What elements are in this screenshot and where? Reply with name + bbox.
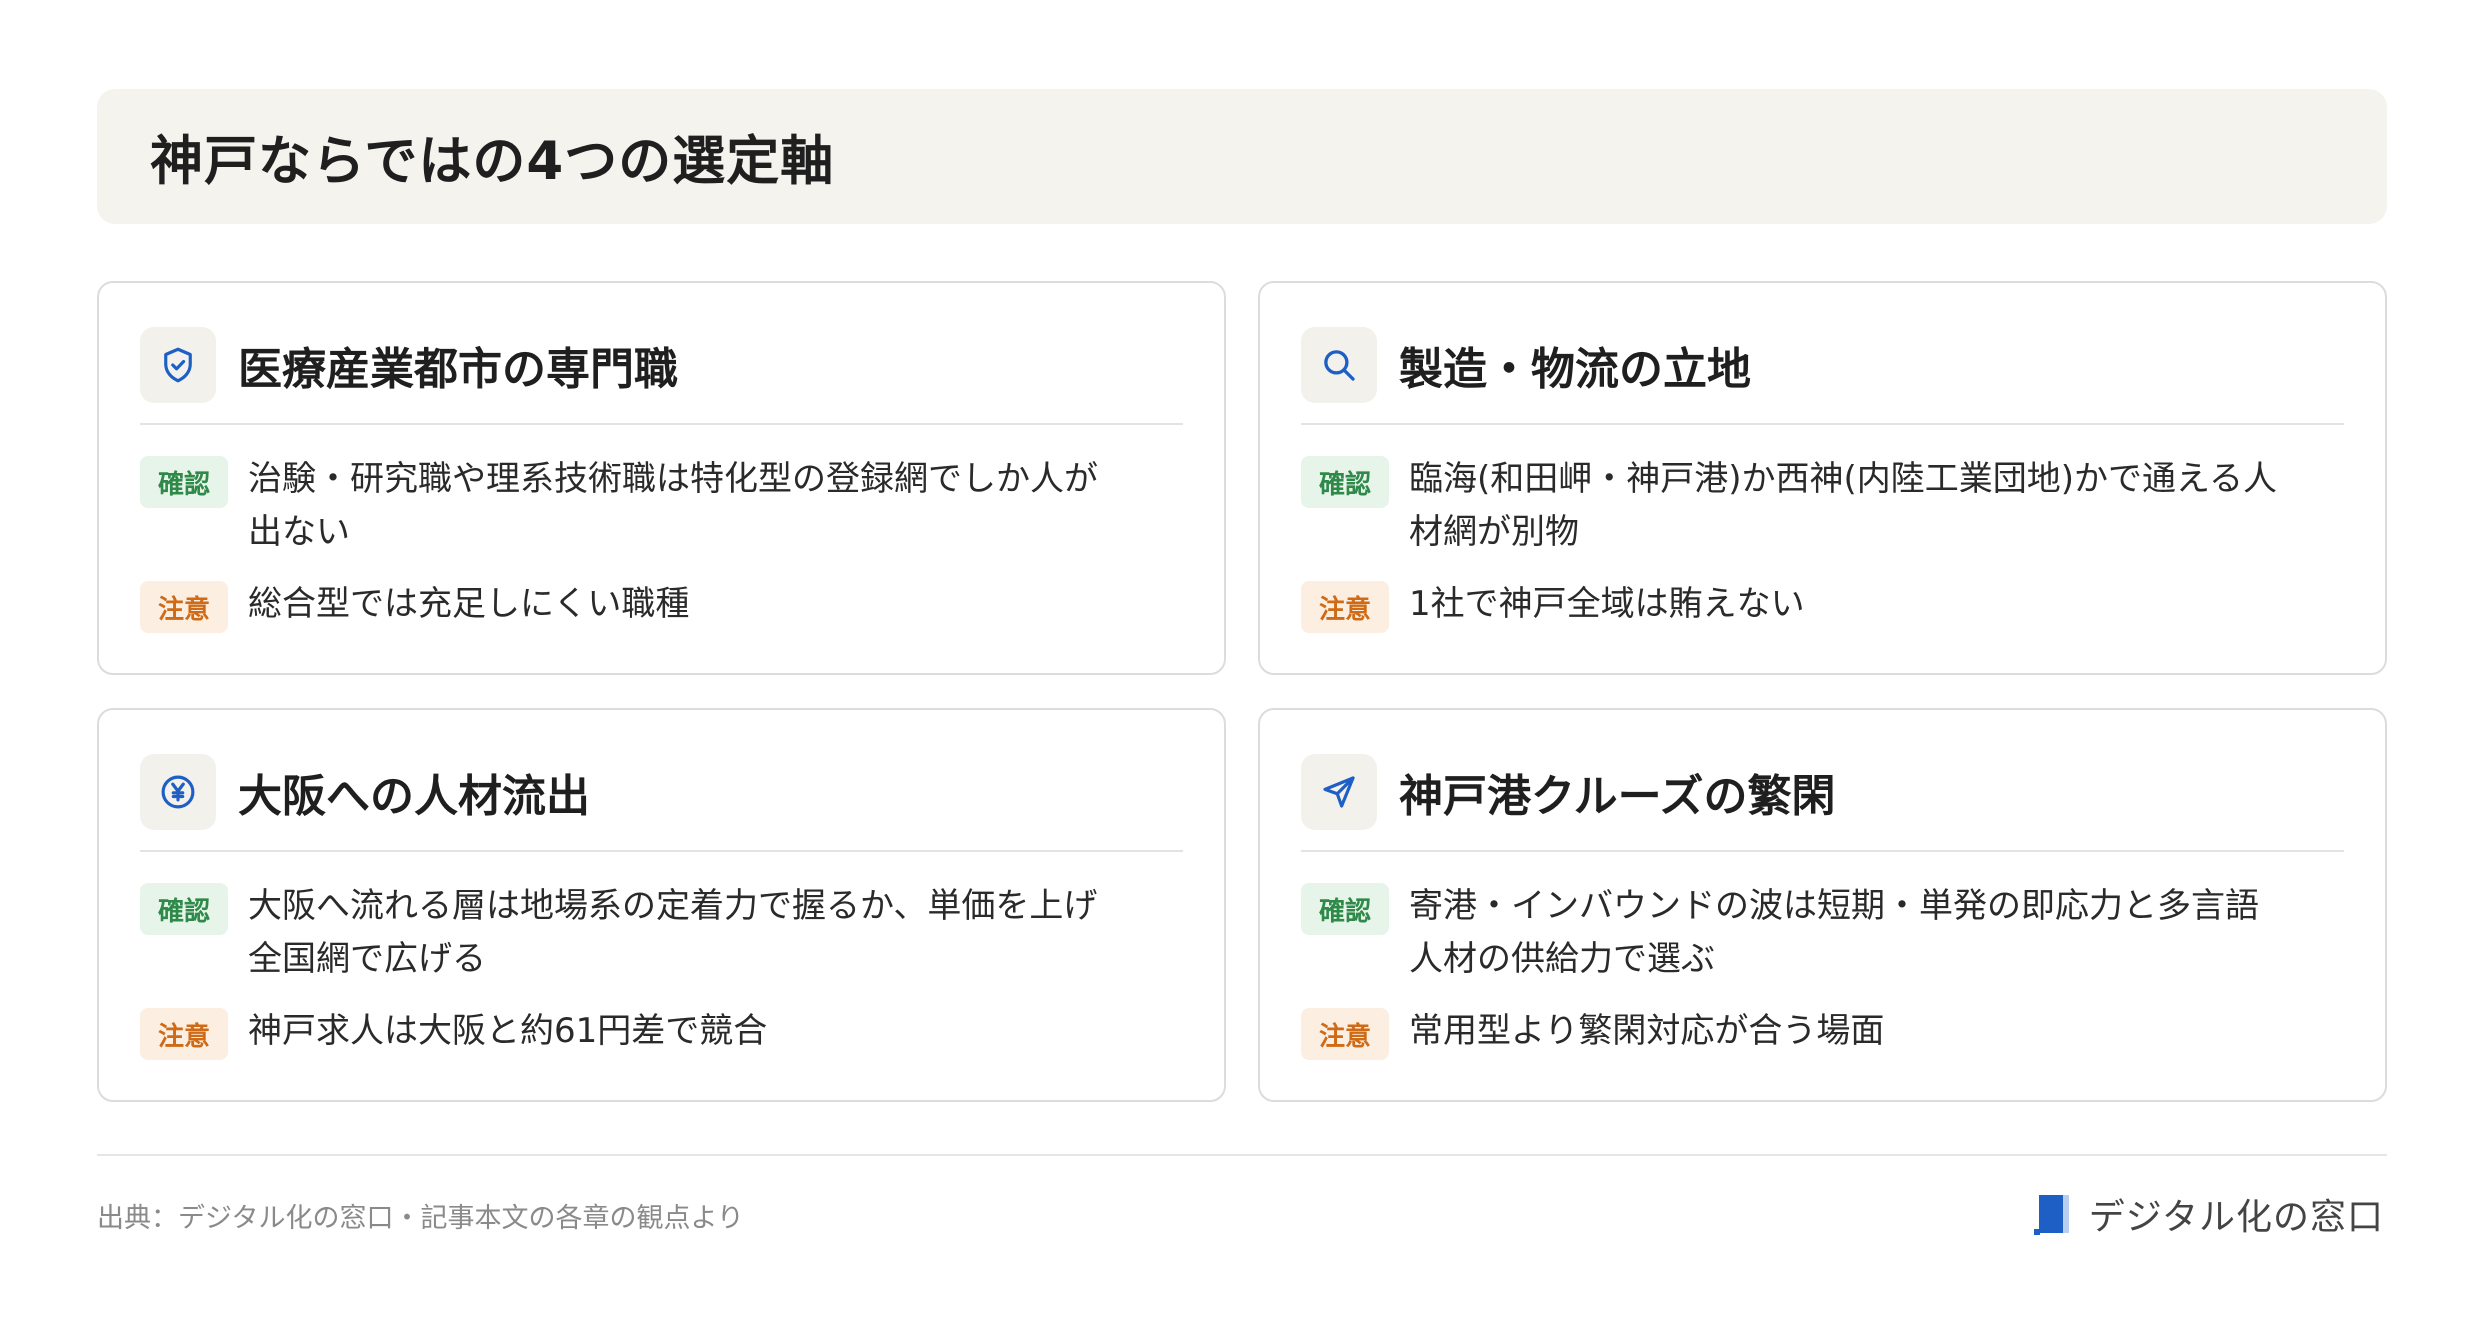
confirm-text: 寄港・インバウンドの波は短期・単発の即応力と多言語人材の供給力で選ぶ (1409, 886, 2259, 979)
brand-logo: デジタル化の窓口 (2033, 1188, 2384, 1240)
brand-name: デジタル化の窓口 (2088, 1197, 2384, 1238)
confirm-badge: 確認 (1301, 456, 1389, 508)
card-title: 神戸港クルーズの繁閑 (1399, 771, 1836, 822)
divider (140, 850, 1183, 852)
card-title: 大阪への人材流出 (238, 771, 590, 822)
card-title: 医療産業都市の専門職 (238, 344, 678, 395)
caution-row: 注意 常用型より繁閑対応が合う場面 (1301, 1005, 2325, 1060)
confirm-text: 大阪へ流れる層は地場系の定着力で握るか、単価を上げ全国網で広げる (248, 886, 1098, 979)
confirm-badge: 確認 (1301, 883, 1389, 935)
caution-text: 神戸求人は大阪と約61円差で競合 (248, 1011, 768, 1051)
page-title: 神戸ならではの4つの選定軸 (150, 130, 835, 192)
card-manufacturing-logistics: 製造・物流の立地 確認 臨海(和田岬・神戸港)か西神(内陸工業団地)かで通える人… (1258, 281, 2387, 675)
shield-check-icon (140, 327, 216, 403)
confirm-badge: 確認 (140, 456, 228, 508)
caution-badge: 注意 (140, 581, 228, 633)
card-header: 製造・物流の立地 (1301, 324, 2344, 406)
confirm-row: 確認 大阪へ流れる層は地場系の定着力で握るか、単価を上げ全国網で広げる (140, 880, 1164, 986)
card-osaka-outflow: 大阪への人材流出 確認 大阪へ流れる層は地場系の定着力で握るか、単価を上げ全国網… (97, 708, 1226, 1102)
door-logo-icon (2033, 1195, 2069, 1235)
card-medical-industry: 医療産業都市の専門職 確認 治験・研究職や理系技術職は特化型の登録網でしか人が出… (97, 281, 1226, 675)
confirm-row: 確認 寄港・インバウンドの波は短期・単発の即応力と多言語人材の供給力で選ぶ (1301, 880, 2325, 986)
divider (1301, 423, 2344, 425)
caution-row: 注意 1社で神戸全域は賄えない (1301, 578, 2325, 633)
divider (1301, 850, 2344, 852)
card-kobe-port-cruise: 神戸港クルーズの繁閑 確認 寄港・インバウンドの波は短期・単発の即応力と多言語人… (1258, 708, 2387, 1102)
caution-text: 1社で神戸全域は賄えない (1409, 584, 1805, 624)
title-bar: 神戸ならではの4つの選定軸 (97, 89, 2387, 224)
caution-text: 常用型より繁閑対応が合う場面 (1409, 1011, 1885, 1051)
card-title: 製造・物流の立地 (1399, 344, 1751, 395)
caution-row: 注意 神戸求人は大阪と約61円差で競合 (140, 1005, 1164, 1060)
caution-badge: 注意 (1301, 1008, 1389, 1060)
confirm-text: 臨海(和田岬・神戸港)か西神(内陸工業団地)かで通える人材網が別物 (1409, 459, 2278, 552)
divider (140, 423, 1183, 425)
send-icon (1301, 754, 1377, 830)
caution-badge: 注意 (1301, 581, 1389, 633)
caution-badge: 注意 (140, 1008, 228, 1060)
confirm-row: 確認 治験・研究職や理系技術職は特化型の登録網でしか人が出ない (140, 453, 1164, 559)
caution-row: 注意 総合型では充足しにくい職種 (140, 578, 1164, 633)
card-header: 医療産業都市の専門職 (140, 324, 1183, 406)
confirm-text: 治験・研究職や理系技術職は特化型の登録網でしか人が出ない (248, 459, 1098, 552)
card-header: 大阪への人材流出 (140, 751, 1183, 833)
confirm-badge: 確認 (140, 883, 228, 935)
source-note: 出典：デジタル化の窓口・記事本文の各章の観点より (97, 1203, 744, 1234)
search-icon (1301, 327, 1377, 403)
footer-divider (97, 1154, 2387, 1156)
yen-circle-icon (140, 754, 216, 830)
card-header: 神戸港クルーズの繁閑 (1301, 751, 2344, 833)
confirm-row: 確認 臨海(和田岬・神戸港)か西神(内陸工業団地)かで通える人材網が別物 (1301, 453, 2325, 559)
caution-text: 総合型では充足しにくい職種 (248, 584, 690, 624)
